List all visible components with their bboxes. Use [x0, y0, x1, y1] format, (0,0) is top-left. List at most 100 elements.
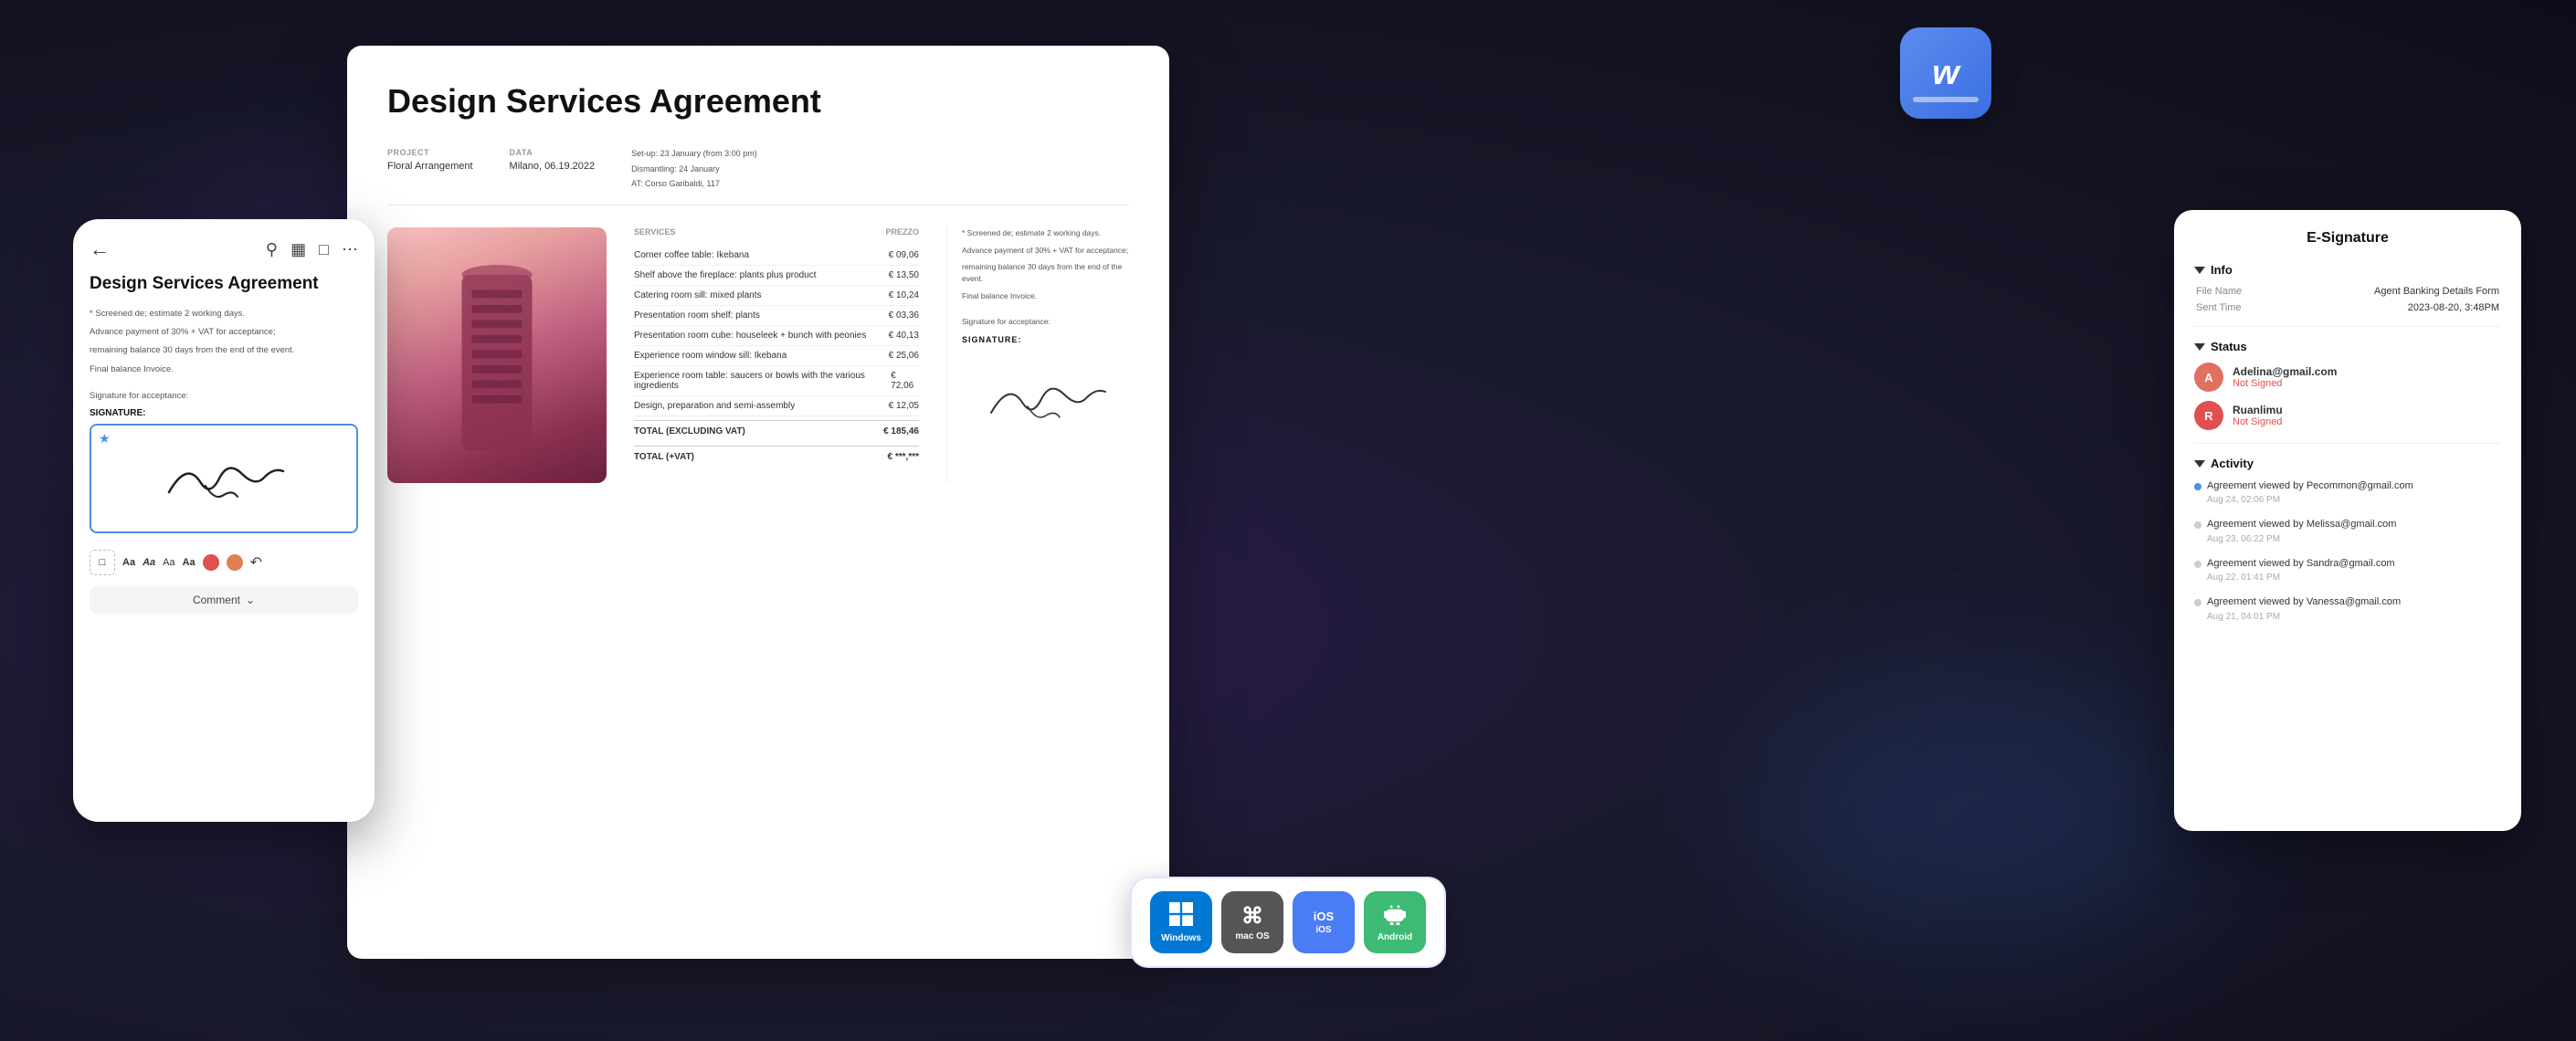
mobile-body-4: Final balance Invoice. — [90, 363, 358, 376]
doc-services-col: SERVICES PREZZO Corner coffee table: Ike… — [634, 227, 919, 483]
signer-avatar: R — [2194, 401, 2223, 430]
mobile-signature-box[interactable]: ★ — [90, 424, 358, 533]
signers-list: A Adelina@gmail.com Not Signed R Ruanlim… — [2194, 363, 2501, 430]
font-tool-3[interactable]: Aa — [163, 557, 174, 568]
service-name: Shelf above the fireplace: plants plus p… — [634, 270, 817, 280]
font-tool-4[interactable]: Aa — [183, 557, 195, 568]
service-price: € 10,24 — [889, 290, 919, 300]
services-header: SERVICES PREZZO — [634, 227, 919, 237]
doc-right-body-2: Advance payment of 30% + VAT for accepta… — [962, 245, 1129, 257]
ios-label: iOS — [1315, 925, 1331, 935]
doc-right-body-1: * Screened de; estimate 2 working days. — [962, 227, 1129, 239]
more-icon[interactable]: ⋯ — [342, 240, 358, 259]
activities-list: Agreement viewed by Pecommon@gmail.com A… — [2194, 479, 2501, 622]
project-label: PROJECT — [387, 148, 473, 157]
activity-text: Agreement viewed by Vanessa@gmail.com — [2207, 595, 2501, 609]
service-row: Experience room window sill: Ikebana € 2… — [634, 346, 919, 366]
setup-col: Set-up: 23 January (from 3:00 pm) Disman… — [631, 148, 757, 190]
doc-building-image — [387, 227, 607, 483]
doc-meta-row: PROJECT Floral Arrangement DATA Milano, … — [387, 148, 1129, 205]
bookmark-icon[interactable]: □ — [319, 240, 329, 259]
total-incl-label: TOTAL (+VAT) — [634, 452, 694, 462]
activity-dot — [2194, 483, 2201, 490]
file-name-label: File Name — [2196, 286, 2242, 297]
sent-time-label: Sent Time — [2196, 302, 2242, 313]
service-name: Experience room window sill: Ikebana — [634, 351, 787, 361]
service-row: Shelf above the fireplace: plants plus p… — [634, 266, 919, 286]
setup-text: Set-up: 23 January (from 3:00 pm) — [631, 148, 757, 160]
divider-1 — [2194, 326, 2501, 327]
service-name: Presentation room cube: houseleek + bunc… — [634, 331, 866, 341]
android-button[interactable]: Android — [1364, 891, 1426, 953]
signer-status: Not Signed — [2233, 416, 2283, 427]
doc-sig-area — [962, 353, 1129, 445]
service-row: Experience room table: saucers or bowls … — [634, 366, 919, 396]
info-triangle-icon — [2194, 267, 2205, 274]
activity-item: Agreement viewed by Melissa@gmail.com Au… — [2194, 518, 2501, 543]
mobile-body-2: Advance payment of 30% + VAT for accepta… — [90, 326, 358, 339]
undo-icon[interactable]: ↶ — [250, 553, 262, 572]
activity-triangle-icon — [2194, 460, 2205, 468]
doc-sig-label: Signature for acceptance: — [962, 317, 1129, 326]
status-section-title: Status — [2211, 340, 2247, 353]
building-svg — [447, 255, 547, 456]
comment-chevron: ⌄ — [246, 594, 255, 606]
activity-dot — [2194, 561, 2201, 568]
mobile-icons: ⚲ ▦ □ ⋯ — [266, 240, 358, 259]
windows-icon — [1169, 902, 1193, 931]
bg-blur-blue — [1754, 676, 2211, 950]
service-name: Presentation room shelf: plants — [634, 310, 760, 321]
doc-right-body-3: remaining balance 30 days from the end o… — [962, 261, 1129, 285]
color-orange[interactable] — [227, 554, 243, 571]
signer-email: Adelina@gmail.com — [2233, 365, 2337, 378]
service-price: € 12,05 — [889, 401, 919, 411]
activity-item: Agreement viewed by Sandra@gmail.com Aug… — [2194, 557, 2501, 583]
windows-button[interactable]: Windows — [1150, 891, 1212, 953]
service-price: € 09,06 — [889, 250, 919, 260]
macos-button[interactable]: ⌘ mac OS — [1221, 891, 1283, 953]
signer-item: A Adelina@gmail.com Not Signed — [2194, 363, 2501, 392]
project-col: PROJECT Floral Arrangement — [387, 148, 473, 190]
android-label: Android — [1378, 932, 1412, 942]
activity-section-header: Activity — [2194, 457, 2501, 470]
total-excl-value: € 185,46 — [883, 426, 919, 436]
file-name-row: File Name Agent Banking Details Form — [2194, 286, 2501, 297]
font-tool-2[interactable]: Aa — [143, 557, 155, 568]
address-text: AT: Corso Garibaldi, 117 — [631, 178, 757, 190]
app-icon: w — [1900, 27, 1991, 119]
select-tool[interactable]: □ — [90, 550, 115, 575]
doc-right-section: * Screened de; estimate 2 working days. … — [946, 227, 1129, 483]
sent-time-value: 2023-08-20, 3:48PM — [2408, 302, 2499, 313]
font-tool-1[interactable]: Aa — [122, 557, 135, 568]
total-incl-value: € ***,*** — [888, 452, 919, 462]
data-value: Milano, 06.19.2022 — [510, 161, 596, 172]
back-button[interactable]: ← — [90, 237, 110, 261]
activity-time: Aug 21, 04:01 PM — [2207, 612, 2501, 622]
grid-icon[interactable]: ▦ — [290, 240, 306, 259]
signer-email: Ruanlimu — [2233, 404, 2283, 416]
macos-icon: ⌘ — [1241, 903, 1263, 930]
sent-time-row: Sent Time 2023-08-20, 3:48PM — [2194, 302, 2501, 313]
mobile-toolbar: □ Aa Aa Aa Aa ↶ — [90, 542, 358, 575]
status-section-header: Status — [2194, 340, 2501, 353]
scene: ← ⚲ ▦ □ ⋯ Design Services Agreement * Sc… — [0, 0, 2576, 1041]
ios-button[interactable]: iOS iOS — [1293, 891, 1355, 953]
service-name: Experience room table: saucers or bowls … — [634, 371, 891, 391]
app-icon-bar — [1913, 97, 1979, 102]
esig-panel: E-Signature Info File Name Agent Banking… — [2174, 210, 2521, 831]
service-name: Catering room sill: mixed plants — [634, 290, 762, 300]
esig-panel-title: E-Signature — [2194, 230, 2501, 247]
service-price: € 72,06 — [891, 371, 919, 391]
android-icon — [1384, 903, 1406, 931]
comment-bar[interactable]: Comment ⌄ — [90, 586, 358, 614]
mobile-topbar: ← ⚲ ▦ □ ⋯ — [90, 237, 358, 261]
info-section-header: Info — [2194, 263, 2501, 277]
search-icon[interactable]: ⚲ — [266, 240, 278, 259]
data-col: DATA Milano, 06.19.2022 — [510, 148, 596, 190]
color-red[interactable] — [203, 554, 219, 571]
activity-item: Agreement viewed by Pecommon@gmail.com A… — [2194, 479, 2501, 505]
windows-label: Windows — [1161, 933, 1201, 943]
signer-avatar: A — [2194, 363, 2223, 392]
activity-text: Agreement viewed by Melissa@gmail.com — [2207, 518, 2501, 531]
service-name: Design, preparation and semi-assembly — [634, 401, 795, 411]
